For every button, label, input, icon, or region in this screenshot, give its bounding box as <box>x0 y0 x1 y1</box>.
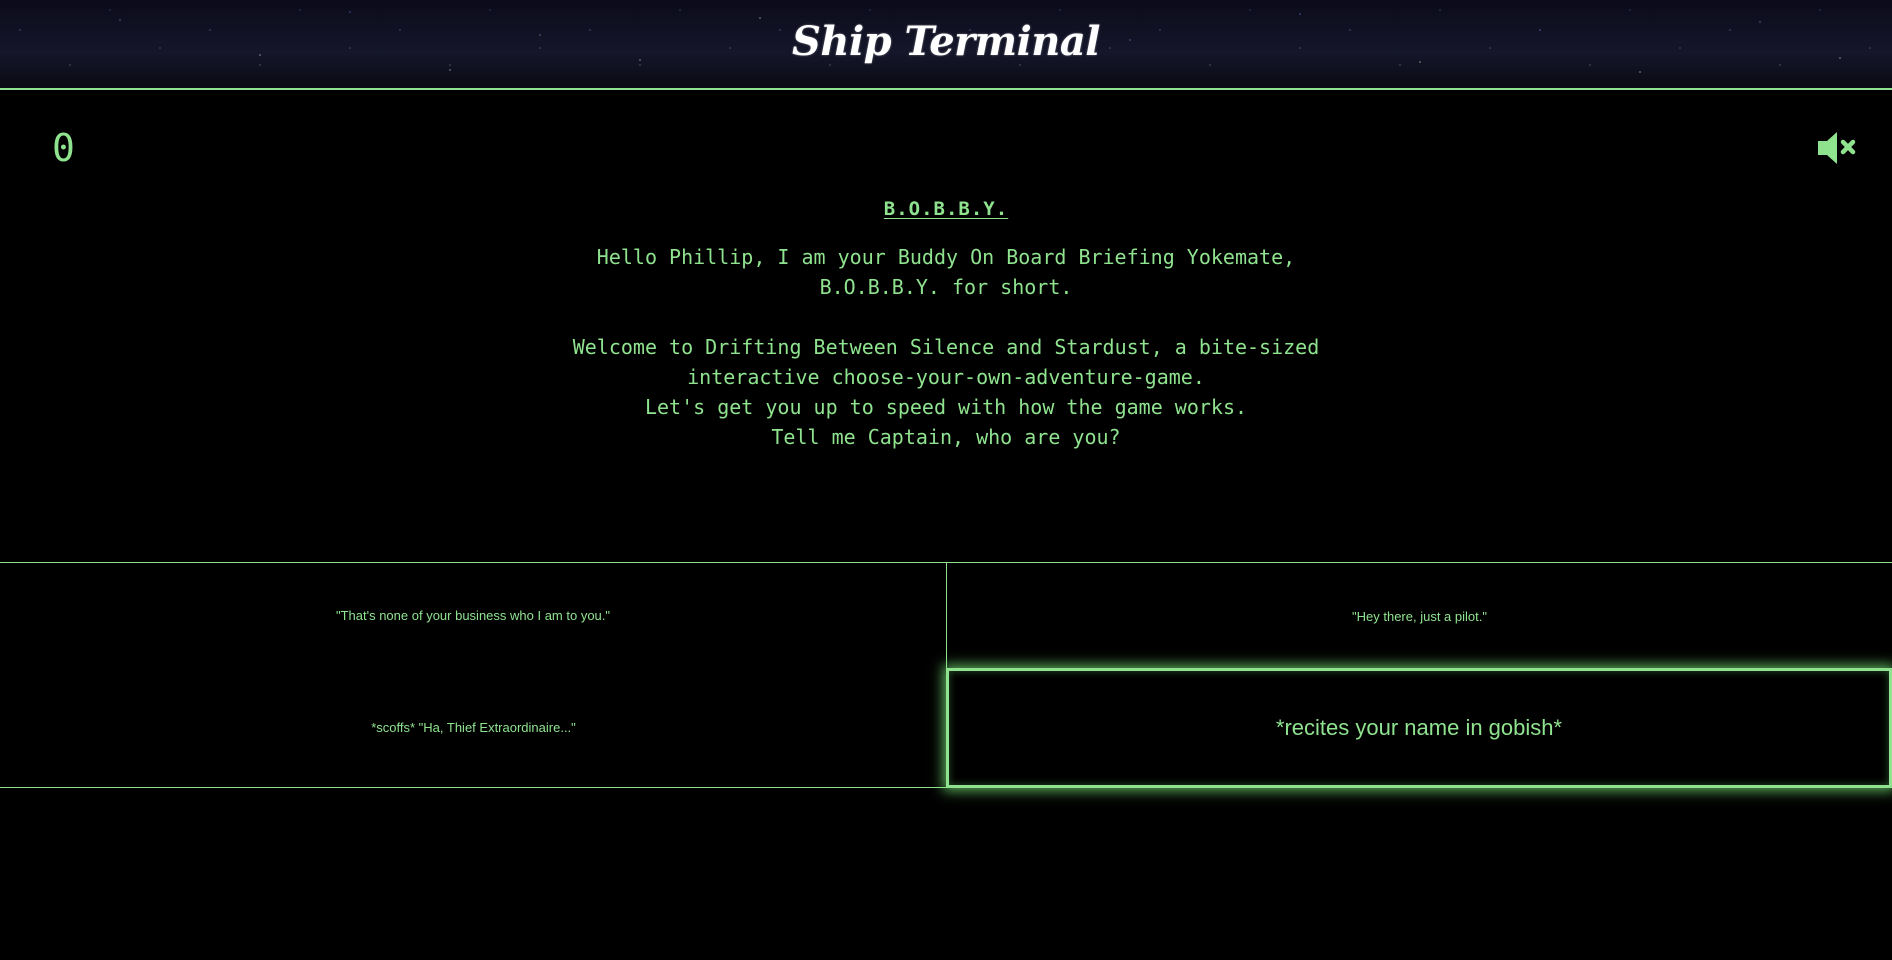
dialogue-line: Let's get you up to speed with how the g… <box>644 395 1248 419</box>
dialogue-line: Hello Phillip, I am your Buddy On Board … <box>596 245 1296 269</box>
choice-button-3[interactable]: *scoffs* "Ha, Thief Extraordinaire..." <box>0 668 947 788</box>
header-bar: Ship Terminal <box>0 0 1892 90</box>
choice-grid: "That's none of your business who I am t… <box>0 562 1892 788</box>
choice-button-4[interactable]: *recites your name in gobish* <box>946 668 1892 788</box>
app-title: Ship Terminal <box>792 18 1100 65</box>
dialogue-line: B.O.B.B.Y. for short. <box>819 275 1073 299</box>
dialogue-line: interactive choose-your-own-adventure-ga… <box>687 365 1205 389</box>
dialogue-box: B.O.B.B.Y. Hello Phillip, I am your Budd… <box>446 198 1446 452</box>
dialogue-line: Tell me Captain, who are you? <box>771 425 1121 449</box>
choice-button-1[interactable]: "That's none of your business who I am t… <box>0 562 947 669</box>
dialogue-spacer <box>446 302 1446 332</box>
speaker-name: B.O.B.B.Y. <box>883 198 1009 220</box>
score-counter: 0 <box>52 126 75 170</box>
dialogue-line: Welcome to Drifting Between Silence and … <box>572 335 1320 359</box>
speaker-muted-icon <box>1818 132 1856 164</box>
choice-button-2[interactable]: "Hey there, just a pilot." <box>946 562 1892 669</box>
mute-toggle-button[interactable] <box>1816 130 1862 166</box>
